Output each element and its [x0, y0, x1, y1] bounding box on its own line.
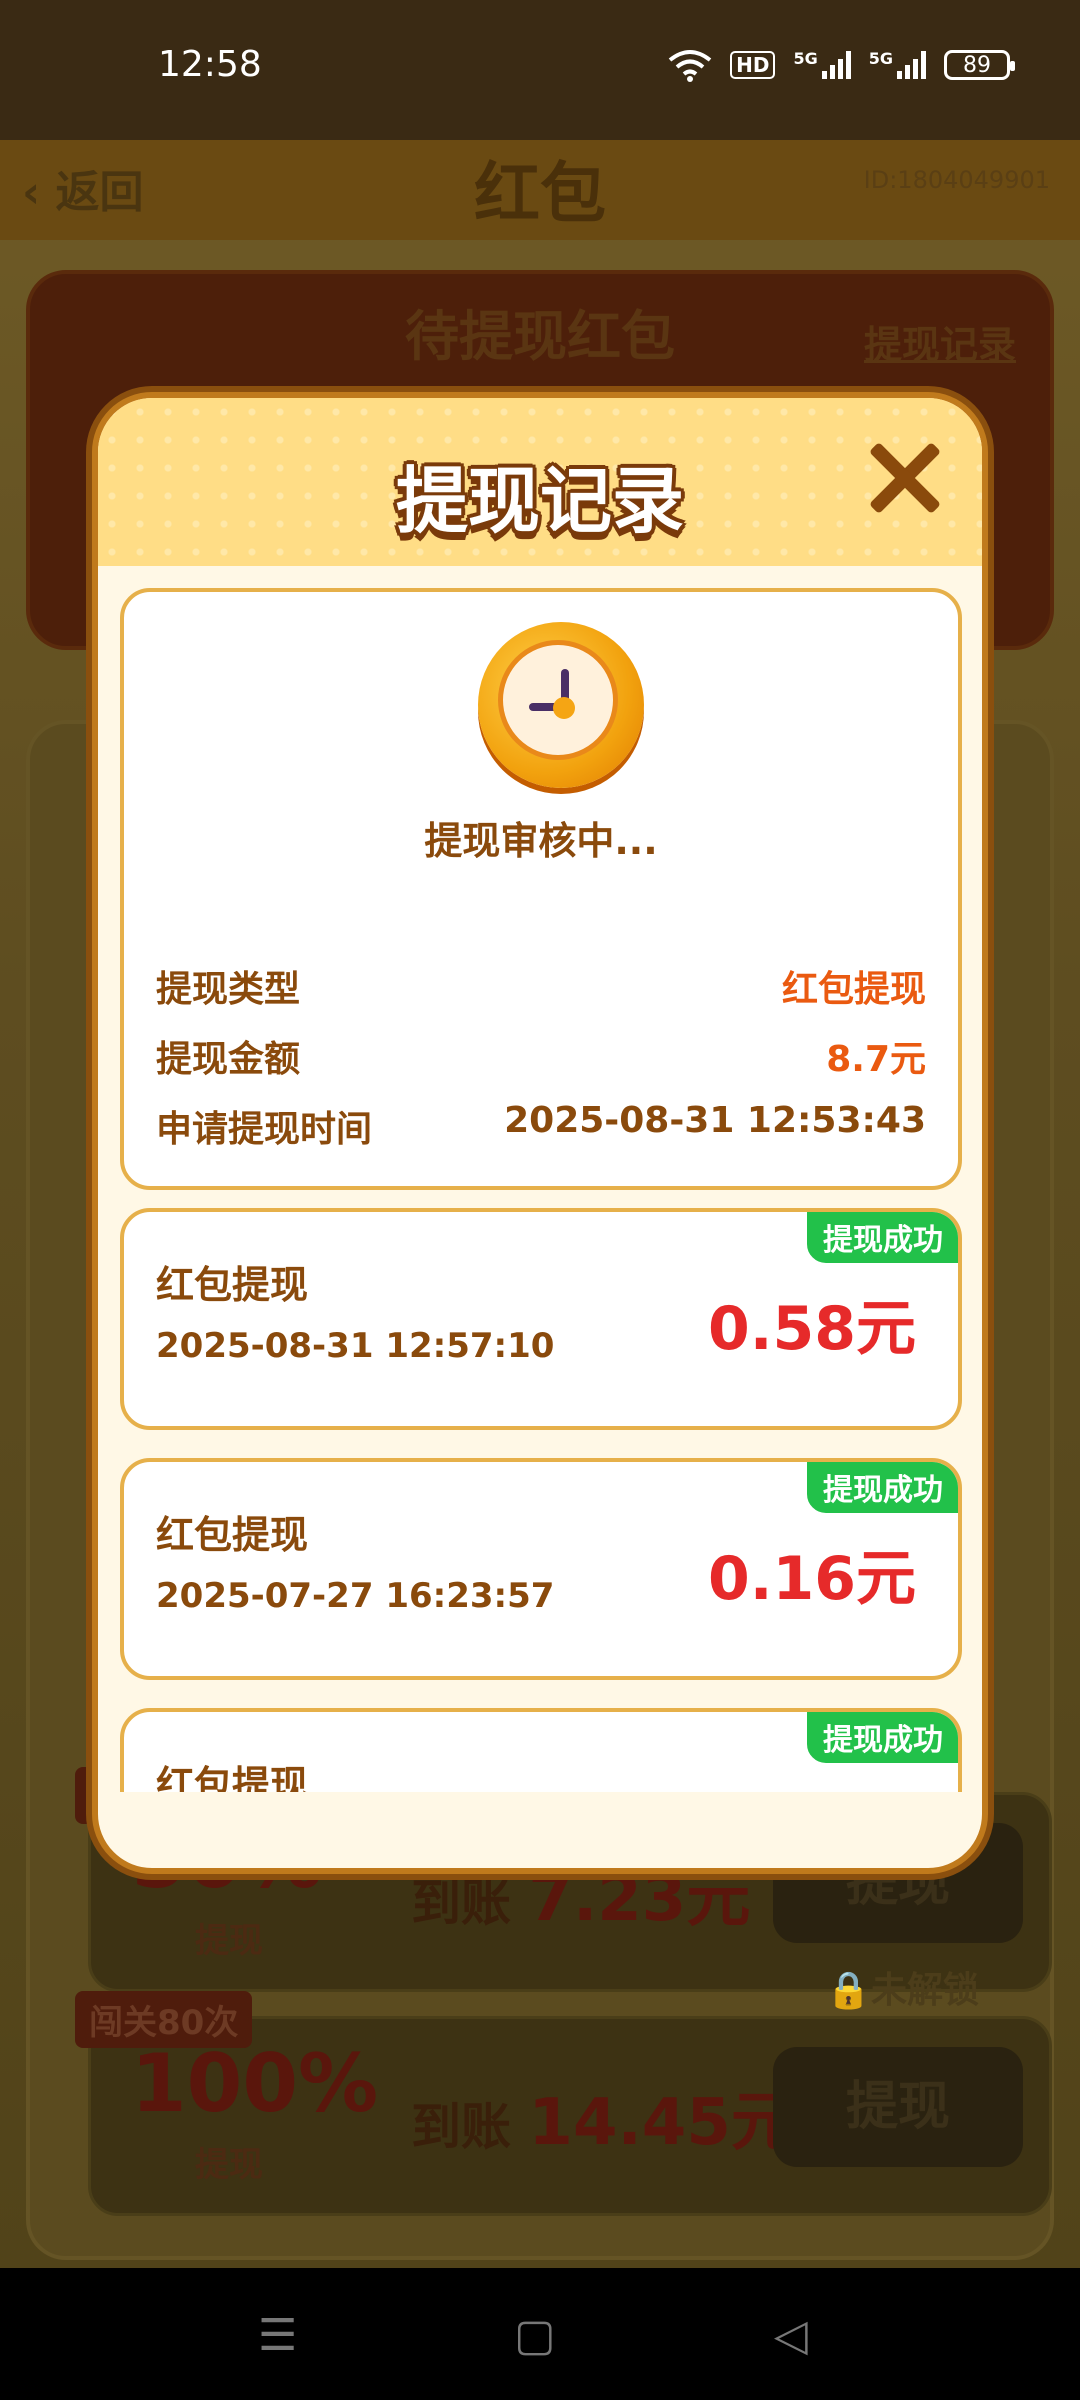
dialog-title: 提现记录 — [395, 459, 684, 543]
success-badge: 提现成功 — [804, 1462, 958, 1516]
level-arrive: 到账 14.45元 — [411, 2071, 795, 2163]
back-nav-icon[interactable]: ◁ — [774, 2310, 808, 2361]
success-badge: 提现成功 — [804, 1212, 958, 1266]
amount-label: 提现金额 — [156, 1039, 301, 1080]
lock-icon: 🔒未解锁 — [826, 1970, 979, 2011]
signal-icon-2 — [897, 51, 926, 79]
arrive-label: 到账 — [411, 1874, 511, 1932]
pending-status: 提现审核中... — [424, 819, 658, 863]
system-nav-bar: ☰ ▢ ◁ — [0, 2268, 1080, 2400]
top-bar: ‹ 返回 红包 ID:1804049901 — [0, 140, 1080, 240]
menu-icon[interactable]: ☰ — [258, 2310, 297, 2361]
record-title: 红包提现 — [156, 1763, 309, 1792]
time-row: 申请提现时间 2025-08-31 12:53:43 — [156, 1100, 926, 1150]
user-id: ID:1804049901 — [863, 166, 1050, 194]
record-title: 红包提现 — [156, 1513, 309, 1557]
level-percent-sub: 提现 — [195, 1921, 263, 1961]
time-value: 2025-08-31 12:53:43 — [504, 1100, 926, 1141]
record-date: 2025-08-31 12:57:10 — [156, 1326, 555, 1366]
home-icon[interactable]: ▢ — [514, 2310, 556, 2361]
wifi-icon — [668, 50, 712, 82]
success-badge: 提现成功 — [804, 1712, 958, 1766]
record-item[interactable]: 提现成功 红包提现 2025-08-31 12:57:10 0.58元 — [120, 1208, 962, 1430]
battery-icon: 89 — [944, 50, 1015, 80]
network-5g-label-2: 5G — [868, 48, 893, 68]
type-row: 提现类型 红包提现 — [156, 960, 926, 1010]
record-item[interactable]: 提现成功 红包提现 2025-07-27 16:23:57 0.16元 — [120, 1458, 962, 1680]
status-bar: 12:58 HD 5G 5G 89 — [0, 0, 1080, 140]
record-amount: 0.16元 — [707, 1544, 916, 1614]
time-label: 申请提现时间 — [156, 1109, 373, 1150]
network-5g-label-1: 5G — [793, 48, 818, 68]
type-label: 提现类型 — [156, 969, 301, 1010]
record-list[interactable]: 提现审核中... 提现类型 红包提现 提现金额 8.7元 申请提现时间 2025… — [98, 566, 982, 1792]
level-percent-sub: 提现 — [195, 2145, 263, 2185]
record-item[interactable]: 提现成功 红包提现 — [120, 1708, 962, 1792]
amount-row: 提现金额 8.7元 — [156, 1030, 926, 1080]
lock-label: 未解锁 — [870, 1970, 979, 2011]
status-icons: HD 5G 5G 89 — [668, 48, 1015, 82]
record-date: 2025-07-27 16:23:57 — [156, 1576, 555, 1616]
amount-value: 8.7元 — [826, 1039, 926, 1080]
signal-icon-1 — [821, 51, 851, 79]
close-icon[interactable] — [864, 438, 944, 518]
status-time: 12:58 — [158, 44, 262, 85]
level-item: 🔒未解锁 闯关80次 100% 提现 到账 14.45元 提现 — [75, 1970, 1052, 2216]
record-amount: 0.58元 — [707, 1294, 916, 1364]
clock-icon — [478, 622, 644, 788]
level-withdraw-button[interactable]: 提现 — [773, 2047, 1023, 2167]
withdraw-record-dialog: 提现记录 提现审核中... 提现类型 红包提现 提现金额 8.7元 申请提现时间… — [92, 392, 988, 1874]
arrive-amount: 14.45元 — [528, 2086, 795, 2160]
withdraw-record-link[interactable]: 提现记录 — [864, 314, 1016, 369]
type-value: 红包提现 — [781, 969, 926, 1010]
hd-icon: HD — [730, 51, 776, 79]
level-percent: 100% — [131, 2037, 379, 2130]
record-title: 红包提现 — [156, 1263, 309, 1307]
pending-record-card: 提现审核中... 提现类型 红包提现 提现金额 8.7元 申请提现时间 2025… — [120, 588, 962, 1190]
arrive-label: 到账 — [411, 2098, 511, 2156]
dialog-header: 提现记录 — [98, 398, 982, 566]
